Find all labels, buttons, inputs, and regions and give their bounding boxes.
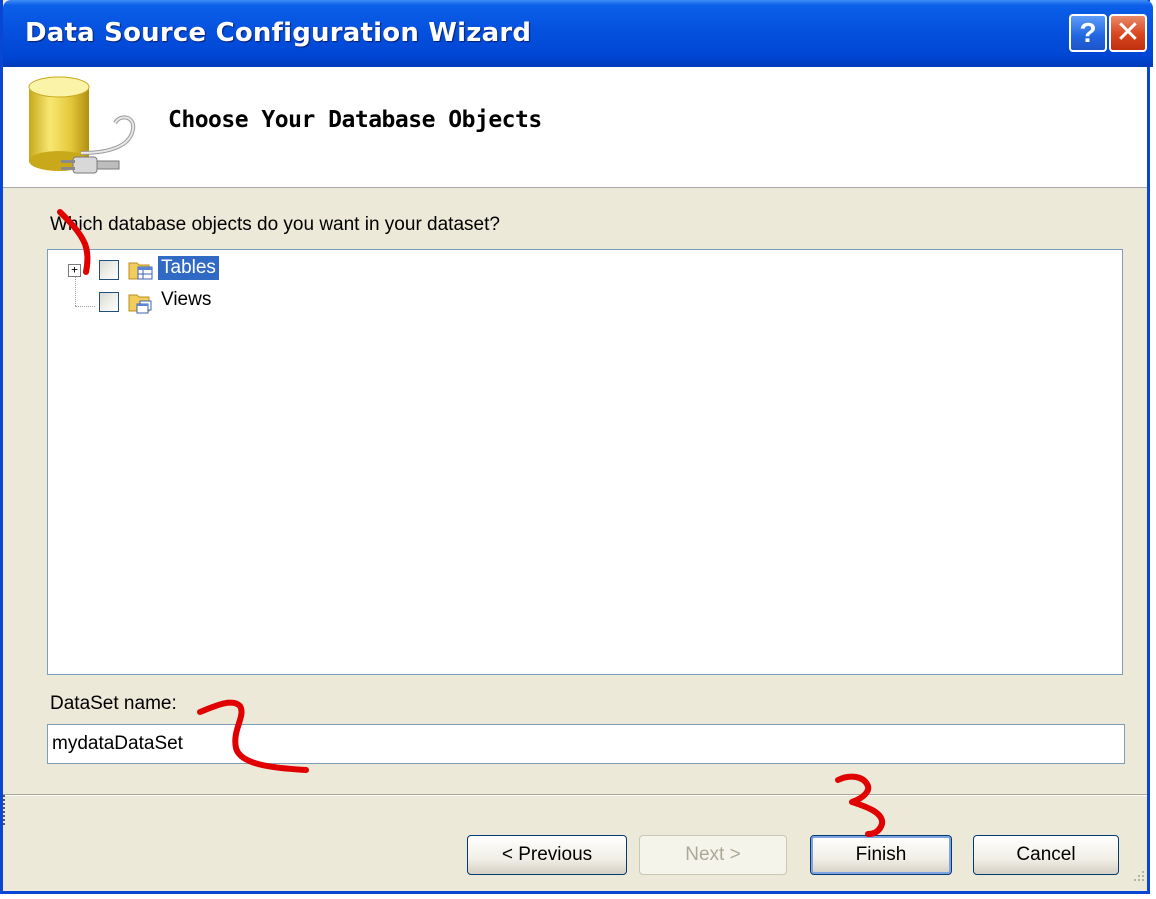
close-icon: ✕ xyxy=(1115,15,1141,50)
tree-item-label: Views xyxy=(161,289,212,310)
previous-button[interactable]: < Previous xyxy=(467,835,627,875)
finish-button[interactable]: Finish xyxy=(810,835,952,875)
resize-grip-icon[interactable] xyxy=(1127,866,1147,886)
dataset-name-label: DataSet name: xyxy=(50,693,177,714)
close-button[interactable]: ✕ xyxy=(1109,14,1147,52)
tree-item-views[interactable]: Views xyxy=(48,288,348,316)
objects-prompt: Which database objects do you want in yo… xyxy=(50,214,500,235)
wizard-window: Data Source Configuration Wizard ? ✕ Cho… xyxy=(0,0,1153,894)
help-icon: ? xyxy=(1079,17,1097,48)
page-title: Choose Your Database Objects xyxy=(168,107,542,133)
expand-toggle[interactable]: + xyxy=(68,264,81,277)
tables-checkbox[interactable] xyxy=(99,260,119,280)
header-banner: Choose Your Database Objects xyxy=(3,67,1147,188)
views-folder-icon xyxy=(128,294,152,314)
tables-folder-icon xyxy=(128,262,153,280)
views-checkbox[interactable] xyxy=(99,292,119,312)
footer-divider-highlight xyxy=(3,795,1147,796)
tree-item-label: Tables xyxy=(158,256,219,280)
database-objects-tree[interactable]: + Tables Views xyxy=(47,249,1123,675)
cancel-button[interactable]: Cancel xyxy=(973,835,1119,875)
help-button[interactable]: ? xyxy=(1069,14,1107,52)
tree-item-tables[interactable]: + Tables xyxy=(48,256,348,284)
edge-artifact xyxy=(3,795,8,825)
next-button[interactable]: Next > xyxy=(639,835,787,875)
dataset-name-input[interactable] xyxy=(47,724,1125,764)
database-plug-icon xyxy=(28,76,136,174)
expand-plus-icon: + xyxy=(71,263,78,276)
window-title: Data Source Configuration Wizard xyxy=(25,18,532,48)
title-bar[interactable]: Data Source Configuration Wizard ? ✕ xyxy=(3,0,1153,67)
